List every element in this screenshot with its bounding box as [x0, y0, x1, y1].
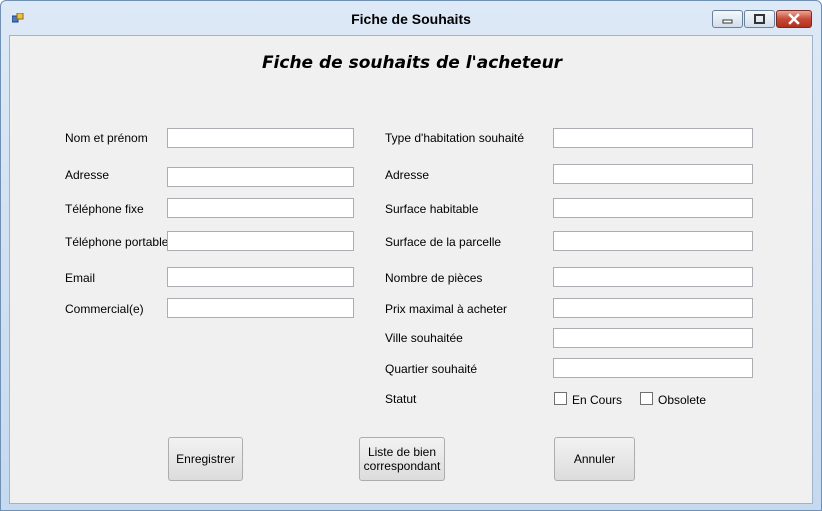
prix-maximal-input[interactable]: [553, 298, 753, 318]
annuler-button[interactable]: Annuler: [554, 437, 635, 481]
type-habitation-input[interactable]: [553, 128, 753, 148]
commercial-input[interactable]: [167, 298, 354, 318]
adresse-bien-input[interactable]: [553, 164, 753, 184]
label-adresse-acheteur: Adresse: [65, 168, 110, 182]
label-ville-souhaitee: Ville souhaitée: [385, 331, 463, 345]
label-telephone-portable: Téléphone portable: [65, 235, 169, 249]
label-type-habitation: Type d'habitation souhaité: [385, 131, 525, 145]
nombre-pieces-input[interactable]: [553, 267, 753, 287]
enregistrer-button[interactable]: Enregistrer: [168, 437, 243, 481]
obsolete-label[interactable]: Obsolete: [658, 393, 706, 407]
label-prix-maximal: Prix maximal à acheter: [385, 302, 508, 316]
label-nom-prenom: Nom et prénom: [65, 131, 148, 145]
label-adresse-bien: Adresse: [385, 168, 430, 182]
nom-prenom-input[interactable]: [167, 128, 354, 148]
telephone-portable-input[interactable]: [167, 231, 354, 251]
liste-biens-button[interactable]: Liste de bien correspondant: [359, 437, 445, 481]
surface-habitable-input[interactable]: [553, 198, 753, 218]
maximize-button[interactable]: [744, 10, 775, 28]
quartier-souhaite-input[interactable]: [553, 358, 753, 378]
close-button[interactable]: [776, 10, 812, 28]
ville-souhaitee-input[interactable]: [553, 328, 753, 348]
telephone-fixe-input[interactable]: [167, 198, 354, 218]
en-cours-label[interactable]: En Cours: [572, 393, 622, 407]
surface-parcelle-input[interactable]: [553, 231, 753, 251]
adresse-acheteur-input[interactable]: [167, 167, 354, 187]
window-title: Fiche de Souhaits: [351, 11, 471, 27]
label-surface-habitable: Surface habitable: [385, 202, 479, 216]
form-area: Fiche de souhaits de l'acheteur Nom et p…: [9, 35, 813, 504]
minimize-icon: [722, 19, 733, 24]
maximize-icon: [754, 14, 765, 24]
label-email: Email: [65, 271, 96, 285]
minimize-button[interactable]: [712, 10, 743, 28]
label-surface-parcelle: Surface de la parcelle: [385, 235, 502, 249]
email-input[interactable]: [167, 267, 354, 287]
obsolete-checkbox[interactable]: [640, 392, 653, 405]
form-heading: Fiche de souhaits de l'acheteur: [261, 53, 563, 73]
en-cours-checkbox[interactable]: [554, 392, 567, 405]
label-telephone-fixe: Téléphone fixe: [65, 202, 144, 216]
window: Fiche de Souhaits Fiche de souhaits de l…: [0, 0, 822, 511]
label-quartier-souhaite: Quartier souhaité: [385, 362, 478, 376]
label-commercial: Commercial(e): [65, 302, 144, 316]
title-bar[interactable]: Fiche de Souhaits: [1, 1, 821, 35]
label-nombre-pieces: Nombre de pièces: [385, 271, 483, 285]
close-icon: [788, 13, 800, 25]
label-statut: Statut: [385, 392, 417, 406]
